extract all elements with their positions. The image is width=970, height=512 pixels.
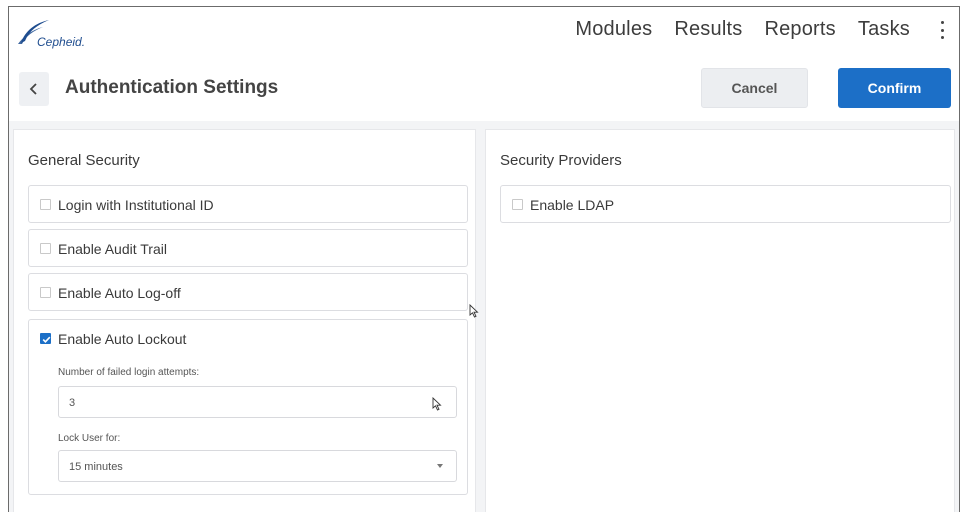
- option-enable-ldap[interactable]: Enable LDAP: [500, 185, 951, 223]
- cancel-button[interactable]: Cancel: [701, 68, 808, 108]
- checkbox[interactable]: [40, 199, 51, 210]
- checkbox[interactable]: [512, 199, 523, 210]
- checkbox[interactable]: [40, 287, 51, 298]
- nav-tasks[interactable]: Tasks: [847, 18, 921, 41]
- security-providers-title: Security Providers: [500, 152, 622, 169]
- page-header: Authentication Settings Cancel Confirm: [9, 61, 959, 119]
- option-enable-auto-logoff[interactable]: Enable Auto Log-off: [28, 273, 468, 311]
- main-nav: Modules Results Reports Tasks: [564, 18, 921, 41]
- nav-reports[interactable]: Reports: [753, 18, 846, 41]
- failed-attempts-value: 3: [69, 397, 76, 409]
- checkbox-checked[interactable]: [40, 333, 51, 344]
- option-label: Enable Auto Lockout: [58, 331, 187, 347]
- lock-duration-value: 15 minutes: [69, 461, 123, 473]
- lock-duration-select[interactable]: 15 minutes: [58, 450, 457, 482]
- kebab-menu-icon[interactable]: [937, 20, 947, 40]
- option-label: Enable Audit Trail: [58, 241, 167, 257]
- option-label: Enable LDAP: [530, 197, 615, 213]
- confirm-button[interactable]: Confirm: [838, 68, 951, 108]
- checkbox[interactable]: [40, 243, 51, 254]
- option-label: Login with Institutional ID: [58, 197, 214, 213]
- nav-results[interactable]: Results: [663, 18, 753, 41]
- general-security-title: General Security: [28, 152, 140, 169]
- lock-user-for-label: Lock User for:: [58, 433, 121, 444]
- option-enable-auto-lockout[interactable]: Enable Auto Lockout Number of failed log…: [28, 319, 468, 495]
- top-nav-bar: Cepheid. Modules Results Reports Tasks: [9, 7, 959, 55]
- option-enable-audit-trail[interactable]: Enable Audit Trail: [28, 229, 468, 267]
- checkmark-icon: [42, 336, 51, 343]
- logo-text: Cepheid.: [37, 35, 86, 49]
- option-label: Enable Auto Log-off: [58, 285, 181, 301]
- app-window: Cepheid. Modules Results Reports Tasks A…: [8, 6, 960, 512]
- settings-content: General Security Login with Institutiona…: [9, 121, 959, 512]
- page-title: Authentication Settings: [65, 77, 279, 98]
- back-button[interactable]: [19, 72, 49, 106]
- dropdown-arrow-icon: [437, 464, 443, 468]
- mouse-cursor-icon: [469, 304, 479, 318]
- option-login-institutional-id[interactable]: Login with Institutional ID: [28, 185, 468, 223]
- failed-attempts-label: Number of failed login attempts:: [58, 367, 200, 378]
- nav-modules[interactable]: Modules: [564, 18, 663, 41]
- general-security-panel: General Security Login with Institutiona…: [13, 129, 479, 512]
- mouse-cursor-icon: [432, 397, 442, 411]
- security-providers-panel: Security Providers Enable LDAP: [485, 129, 955, 512]
- chevron-left-icon: [29, 83, 37, 95]
- cepheid-logo: Cepheid.: [15, 17, 125, 49]
- failed-attempts-input[interactable]: 3: [58, 386, 457, 418]
